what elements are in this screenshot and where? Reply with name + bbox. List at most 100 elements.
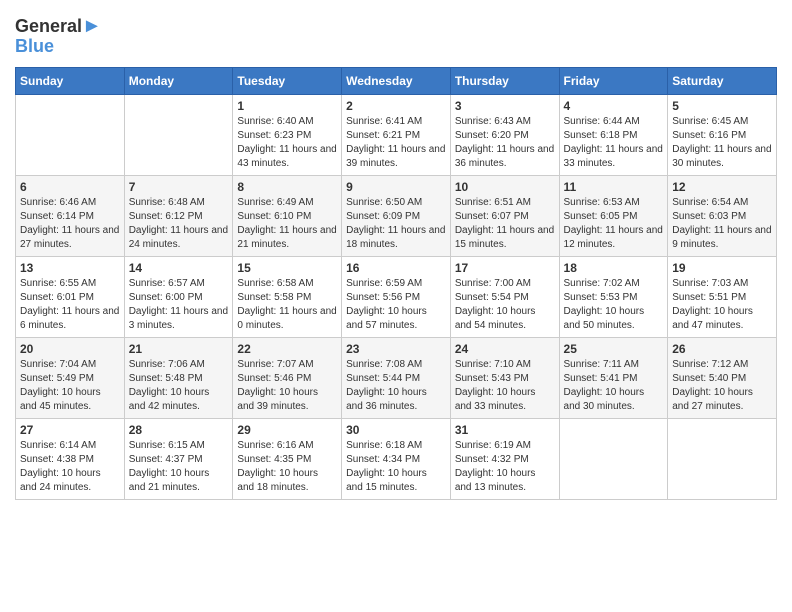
day-info: Sunrise: 6:53 AMSunset: 6:05 PMDaylight:… xyxy=(564,196,664,252)
day-info: Sunrise: 6:50 AMSunset: 6:09 PMDaylight:… xyxy=(346,196,446,252)
day-number: 26 xyxy=(672,342,772,356)
day-number: 11 xyxy=(564,180,664,194)
day-number: 5 xyxy=(672,99,772,113)
weekday-header-row: SundayMondayTuesdayWednesdayThursdayFrid… xyxy=(16,67,777,94)
calendar-cell: 12 Sunrise: 6:54 AMSunset: 6:03 PMDayligh… xyxy=(668,175,777,256)
day-number: 25 xyxy=(564,342,664,356)
day-info: Sunrise: 6:57 AMSunset: 6:00 PMDaylight:… xyxy=(129,277,229,333)
weekday-header-thursday: Thursday xyxy=(450,67,559,94)
calendar-cell: 18 Sunrise: 7:02 AMSunset: 5:53 PMDayligh… xyxy=(559,256,668,337)
day-number: 16 xyxy=(346,261,446,275)
day-number: 7 xyxy=(129,180,229,194)
day-number: 24 xyxy=(455,342,555,356)
calendar-cell: 6 Sunrise: 6:46 AMSunset: 6:14 PMDaylight… xyxy=(16,175,125,256)
day-number: 31 xyxy=(455,423,555,437)
day-info: Sunrise: 7:10 AMSunset: 5:43 PMDaylight:… xyxy=(455,358,555,414)
calendar-cell: 21 Sunrise: 7:06 AMSunset: 5:48 PMDayligh… xyxy=(124,337,233,418)
logo-text: General►Blue xyxy=(15,15,102,57)
calendar-cell: 28 Sunrise: 6:15 AMSunset: 4:37 PMDayligh… xyxy=(124,418,233,499)
day-info: Sunrise: 6:41 AMSunset: 6:21 PMDaylight:… xyxy=(346,115,446,171)
calendar-cell: 7 Sunrise: 6:48 AMSunset: 6:12 PMDaylight… xyxy=(124,175,233,256)
calendar-cell: 14 Sunrise: 6:57 AMSunset: 6:00 PMDayligh… xyxy=(124,256,233,337)
calendar-cell: 8 Sunrise: 6:49 AMSunset: 6:10 PMDaylight… xyxy=(233,175,342,256)
calendar-cell: 9 Sunrise: 6:50 AMSunset: 6:09 PMDaylight… xyxy=(342,175,451,256)
calendar-table: SundayMondayTuesdayWednesdayThursdayFrid… xyxy=(15,67,777,500)
day-number: 8 xyxy=(237,180,337,194)
day-number: 29 xyxy=(237,423,337,437)
day-info: Sunrise: 6:49 AMSunset: 6:10 PMDaylight:… xyxy=(237,196,337,252)
day-info: Sunrise: 7:06 AMSunset: 5:48 PMDaylight:… xyxy=(129,358,229,414)
day-number: 4 xyxy=(564,99,664,113)
day-info: Sunrise: 6:59 AMSunset: 5:56 PMDaylight:… xyxy=(346,277,446,333)
day-number: 18 xyxy=(564,261,664,275)
calendar-week-row: 1 Sunrise: 6:40 AMSunset: 6:23 PMDaylight… xyxy=(16,94,777,175)
day-info: Sunrise: 6:19 AMSunset: 4:32 PMDaylight:… xyxy=(455,439,555,495)
calendar-cell: 11 Sunrise: 6:53 AMSunset: 6:05 PMDayligh… xyxy=(559,175,668,256)
page-header: General►Blue xyxy=(15,15,777,57)
day-info: Sunrise: 6:16 AMSunset: 4:35 PMDaylight:… xyxy=(237,439,337,495)
calendar-cell: 15 Sunrise: 6:58 AMSunset: 5:58 PMDayligh… xyxy=(233,256,342,337)
day-info: Sunrise: 6:43 AMSunset: 6:20 PMDaylight:… xyxy=(455,115,555,171)
day-info: Sunrise: 7:02 AMSunset: 5:53 PMDaylight:… xyxy=(564,277,664,333)
day-number: 21 xyxy=(129,342,229,356)
day-info: Sunrise: 6:40 AMSunset: 6:23 PMDaylight:… xyxy=(237,115,337,171)
calendar-cell: 27 Sunrise: 6:14 AMSunset: 4:38 PMDayligh… xyxy=(16,418,125,499)
weekday-header-sunday: Sunday xyxy=(16,67,125,94)
day-number: 6 xyxy=(20,180,120,194)
day-number: 23 xyxy=(346,342,446,356)
calendar-cell: 20 Sunrise: 7:04 AMSunset: 5:49 PMDayligh… xyxy=(16,337,125,418)
day-info: Sunrise: 6:51 AMSunset: 6:07 PMDaylight:… xyxy=(455,196,555,252)
day-info: Sunrise: 7:11 AMSunset: 5:41 PMDaylight:… xyxy=(564,358,664,414)
calendar-week-row: 6 Sunrise: 6:46 AMSunset: 6:14 PMDaylight… xyxy=(16,175,777,256)
calendar-cell: 3 Sunrise: 6:43 AMSunset: 6:20 PMDaylight… xyxy=(450,94,559,175)
calendar-cell xyxy=(559,418,668,499)
day-number: 28 xyxy=(129,423,229,437)
calendar-cell: 29 Sunrise: 6:16 AMSunset: 4:35 PMDayligh… xyxy=(233,418,342,499)
day-number: 20 xyxy=(20,342,120,356)
day-number: 27 xyxy=(20,423,120,437)
day-number: 10 xyxy=(455,180,555,194)
day-info: Sunrise: 6:48 AMSunset: 6:12 PMDaylight:… xyxy=(129,196,229,252)
calendar-week-row: 27 Sunrise: 6:14 AMSunset: 4:38 PMDayligh… xyxy=(16,418,777,499)
day-info: Sunrise: 6:55 AMSunset: 6:01 PMDaylight:… xyxy=(20,277,120,333)
calendar-cell: 17Sunrise: 7:00 AMSunset: 5:54 PMDayligh… xyxy=(450,256,559,337)
day-number: 19 xyxy=(672,261,772,275)
day-info: Sunrise: 6:18 AMSunset: 4:34 PMDaylight:… xyxy=(346,439,446,495)
day-number: 12 xyxy=(672,180,772,194)
calendar-cell: 10 Sunrise: 6:51 AMSunset: 6:07 PMDayligh… xyxy=(450,175,559,256)
day-info: Sunrise: 7:08 AMSunset: 5:44 PMDaylight:… xyxy=(346,358,446,414)
calendar-cell xyxy=(16,94,125,175)
day-number: 14 xyxy=(129,261,229,275)
calendar-cell: 25 Sunrise: 7:11 AMSunset: 5:41 PMDayligh… xyxy=(559,337,668,418)
calendar-cell: 13Sunrise: 6:55 AMSunset: 6:01 PMDayligh… xyxy=(16,256,125,337)
day-info: Sunrise: 6:46 AMSunset: 6:14 PMDaylight:… xyxy=(20,196,120,252)
day-info: Sunrise: 6:58 AMSunset: 5:58 PMDaylight:… xyxy=(237,277,337,333)
day-number: 22 xyxy=(237,342,337,356)
day-info: Sunrise: 6:14 AMSunset: 4:38 PMDaylight:… xyxy=(20,439,120,495)
day-info: Sunrise: 6:15 AMSunset: 4:37 PMDaylight:… xyxy=(129,439,229,495)
calendar-cell: 5Sunrise: 6:45 AMSunset: 6:16 PMDaylight… xyxy=(668,94,777,175)
day-number: 1 xyxy=(237,99,337,113)
calendar-cell: 1 Sunrise: 6:40 AMSunset: 6:23 PMDaylight… xyxy=(233,94,342,175)
day-info: Sunrise: 7:00 AMSunset: 5:54 PMDaylight:… xyxy=(455,277,555,333)
weekday-header-friday: Friday xyxy=(559,67,668,94)
day-number: 15 xyxy=(237,261,337,275)
day-info: Sunrise: 7:04 AMSunset: 5:49 PMDaylight:… xyxy=(20,358,120,414)
day-number: 3 xyxy=(455,99,555,113)
day-number: 30 xyxy=(346,423,446,437)
calendar-cell: 19 Sunrise: 7:03 AMSunset: 5:51 PMDayligh… xyxy=(668,256,777,337)
day-number: 9 xyxy=(346,180,446,194)
weekday-header-saturday: Saturday xyxy=(668,67,777,94)
logo: General►Blue xyxy=(15,15,102,57)
weekday-header-wednesday: Wednesday xyxy=(342,67,451,94)
day-number: 2 xyxy=(346,99,446,113)
calendar-cell: 26 Sunrise: 7:12 AMSunset: 5:40 PMDayligh… xyxy=(668,337,777,418)
weekday-header-tuesday: Tuesday xyxy=(233,67,342,94)
calendar-cell: 2 Sunrise: 6:41 AMSunset: 6:21 PMDaylight… xyxy=(342,94,451,175)
calendar-cell xyxy=(124,94,233,175)
day-info: Sunrise: 7:12 AMSunset: 5:40 PMDaylight:… xyxy=(672,358,772,414)
calendar-cell: 30 Sunrise: 6:18 AMSunset: 4:34 PMDayligh… xyxy=(342,418,451,499)
day-info: Sunrise: 7:03 AMSunset: 5:51 PMDaylight:… xyxy=(672,277,772,333)
weekday-header-monday: Monday xyxy=(124,67,233,94)
day-info: Sunrise: 6:54 AMSunset: 6:03 PMDaylight:… xyxy=(672,196,772,252)
